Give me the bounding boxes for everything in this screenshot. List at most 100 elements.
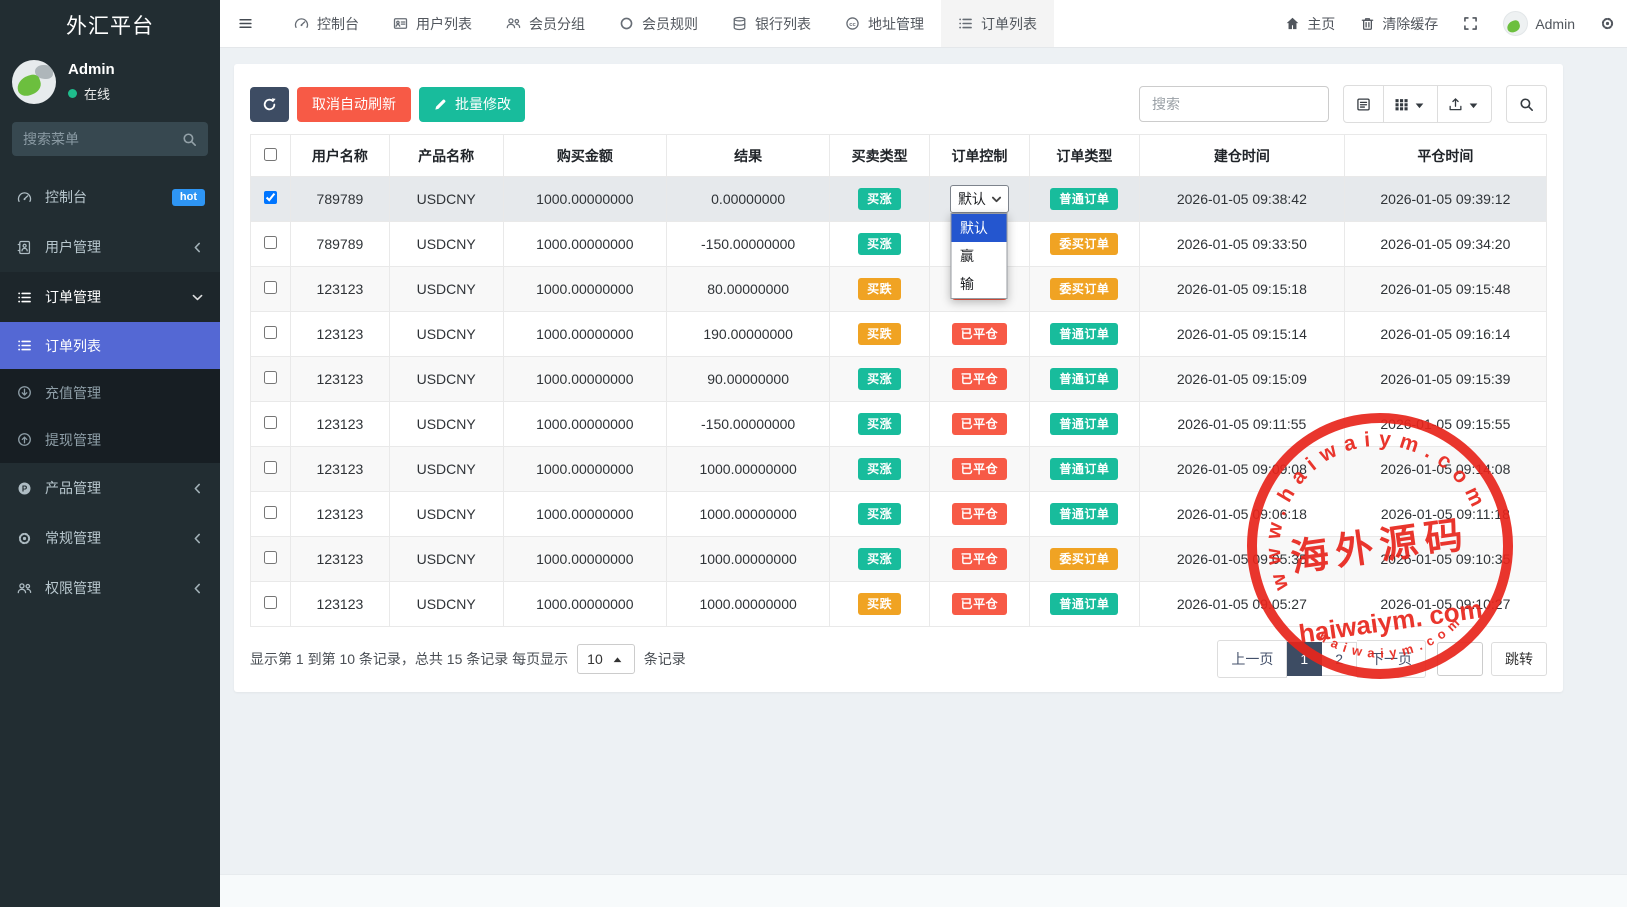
sidebar-item-permission-mgmt[interactable]: 权限管理	[0, 563, 220, 613]
sidebar-item-order-mgmt[interactable]: 订单管理	[0, 272, 220, 322]
cc-icon: cc	[845, 16, 860, 31]
cell-check	[251, 312, 291, 357]
table-row: 123123USDCNY1000.000000001000.00000000买跌…	[251, 582, 1547, 627]
toggle-view-button[interactable]	[1343, 85, 1384, 123]
grid-icon	[1394, 97, 1409, 112]
tab-address-mgmt[interactable]: cc 地址管理	[828, 0, 941, 47]
control-badge: 已平仓	[952, 548, 1008, 570]
popup-option[interactable]: 赢	[952, 242, 1007, 270]
tab-console[interactable]: 控制台	[277, 0, 376, 47]
sidebar-item-user-mgmt[interactable]: 用户管理	[0, 222, 220, 272]
cell-side: 买涨	[830, 402, 930, 447]
select-caret-icon	[989, 192, 1004, 207]
table-footer: 显示第 1 到第 10 条记录，总共 15 条记录 每页显示 10 条记录 上一…	[250, 640, 1547, 678]
bars-icon	[220, 0, 271, 47]
row-checkbox[interactable]	[264, 281, 277, 294]
tab-user-list[interactable]: 用户列表	[376, 0, 489, 47]
batch-edit-button[interactable]: 批量修改	[419, 87, 525, 122]
svg-text:cc: cc	[849, 22, 856, 28]
sidebar-item-withdraw-mgmt[interactable]: 提现管理	[0, 416, 220, 463]
cell-open-time: 2026-01-05 09:38:42	[1139, 177, 1344, 222]
row-checkbox[interactable]	[264, 506, 277, 519]
sidebar-user-name: Admin	[68, 61, 115, 78]
page-button-1[interactable]: 1	[1287, 642, 1322, 676]
type-badge: 委买订单	[1050, 233, 1118, 255]
row-checkbox[interactable]	[264, 461, 277, 474]
fullscreen-button[interactable]	[1463, 16, 1478, 31]
row-checkbox[interactable]	[264, 371, 277, 384]
tab-bank-list[interactable]: 银行列表	[715, 0, 828, 47]
tab-label: 订单列表	[981, 14, 1037, 34]
cell-result: 90.00000000	[666, 357, 829, 402]
select-all-checkbox[interactable]	[264, 148, 277, 161]
export-button[interactable]	[1438, 85, 1492, 123]
tab-member-group[interactable]: 会员分组	[489, 0, 602, 47]
tab-label: 银行列表	[755, 14, 811, 34]
refresh-button[interactable]	[250, 87, 289, 122]
gears-icon	[1600, 16, 1615, 31]
cell-result: 1000.00000000	[666, 492, 829, 537]
search-button[interactable]	[1506, 85, 1547, 123]
tab-label: 地址管理	[868, 14, 924, 34]
prev-page-button[interactable]: 上一页	[1217, 640, 1287, 678]
column-header-control: 订单控制	[930, 135, 1030, 177]
sidebar-item-general-mgmt[interactable]: 常规管理	[0, 513, 220, 563]
topnav-user-menu[interactable]: Admin	[1503, 11, 1575, 36]
cell-control: 已平仓	[930, 492, 1030, 537]
cancel-auto-refresh-button[interactable]: 取消自动刷新	[297, 87, 411, 122]
side-badge: 买涨	[858, 503, 901, 525]
cell-close-time: 2026-01-05 09:11:18	[1344, 492, 1546, 537]
popup-option[interactable]: 默认	[952, 214, 1007, 242]
sidebar-item-order-list[interactable]: 订单列表	[0, 322, 220, 369]
tab-member-rule[interactable]: 会员规则	[602, 0, 715, 47]
row-checkbox[interactable]	[264, 326, 277, 339]
row-checkbox[interactable]	[264, 596, 277, 609]
column-header-product: 产品名称	[389, 135, 503, 177]
table-header-row: 用户名称产品名称购买金额结果买卖类型订单控制订单类型建仓时间平仓时间	[251, 135, 1547, 177]
cell-result: -150.00000000	[666, 222, 829, 267]
next-page-button[interactable]: 下一页	[1357, 640, 1426, 678]
cell-open-time: 2026-01-05 09:11:55	[1139, 402, 1344, 447]
page-size-select[interactable]: 10	[577, 644, 635, 674]
columns-button[interactable]	[1384, 85, 1438, 123]
caret-down-icon	[1412, 98, 1427, 113]
sidebar-item-recharge-mgmt[interactable]: 充值管理	[0, 369, 220, 416]
cell-type: 委买订单	[1029, 222, 1139, 267]
cell-check	[251, 177, 291, 222]
cell-check	[251, 492, 291, 537]
sidebar-search-input[interactable]	[23, 131, 182, 147]
cell-check	[251, 582, 291, 627]
row-checkbox[interactable]	[264, 416, 277, 429]
cell-product: USDCNY	[389, 447, 503, 492]
type-badge: 普通订单	[1050, 188, 1118, 210]
chevron-left-icon	[190, 531, 205, 546]
clear-cache-button[interactable]: 清除缓存	[1360, 14, 1438, 34]
cell-user: 789789	[291, 222, 389, 267]
settings-button[interactable]	[1600, 16, 1615, 31]
sidebar-item-label: 用户管理	[45, 237, 179, 257]
row-checkbox[interactable]	[264, 551, 277, 564]
page-button-2[interactable]: 2	[1322, 642, 1357, 676]
records-summary-prefix: 显示第 1 到第 10 条记录，总共 15 条记录 每页显示	[250, 649, 568, 669]
row-checkbox[interactable]	[264, 191, 277, 204]
order-control-select[interactable]: 默认	[950, 185, 1009, 213]
tab-order-list[interactable]: 订单列表	[941, 0, 1054, 47]
side-badge: 买涨	[858, 188, 901, 210]
jump-page-input[interactable]	[1437, 642, 1483, 676]
cell-user: 123123	[291, 267, 389, 312]
cell-close-time: 2026-01-05 09:16:14	[1344, 312, 1546, 357]
cell-side: 买涨	[830, 492, 930, 537]
jump-button[interactable]: 跳转	[1491, 642, 1547, 676]
table-search-input[interactable]	[1139, 86, 1329, 122]
cell-product: USDCNY	[389, 537, 503, 582]
sidebar-item-product-mgmt[interactable]: P产品管理	[0, 463, 220, 513]
sidebar-user-panel: Admin 在线	[0, 50, 220, 116]
orders-card: 取消自动刷新 批量修改	[234, 64, 1563, 692]
cell-amount: 1000.00000000	[503, 357, 666, 402]
cell-side: 买跌	[830, 582, 930, 627]
home-link[interactable]: 主页	[1285, 14, 1335, 34]
row-checkbox[interactable]	[264, 236, 277, 249]
popup-option[interactable]: 输	[952, 270, 1007, 298]
sidebar-item-console[interactable]: 控制台hot	[0, 172, 220, 222]
table-row: 123123USDCNY1000.00000000190.00000000买跌已…	[251, 312, 1547, 357]
